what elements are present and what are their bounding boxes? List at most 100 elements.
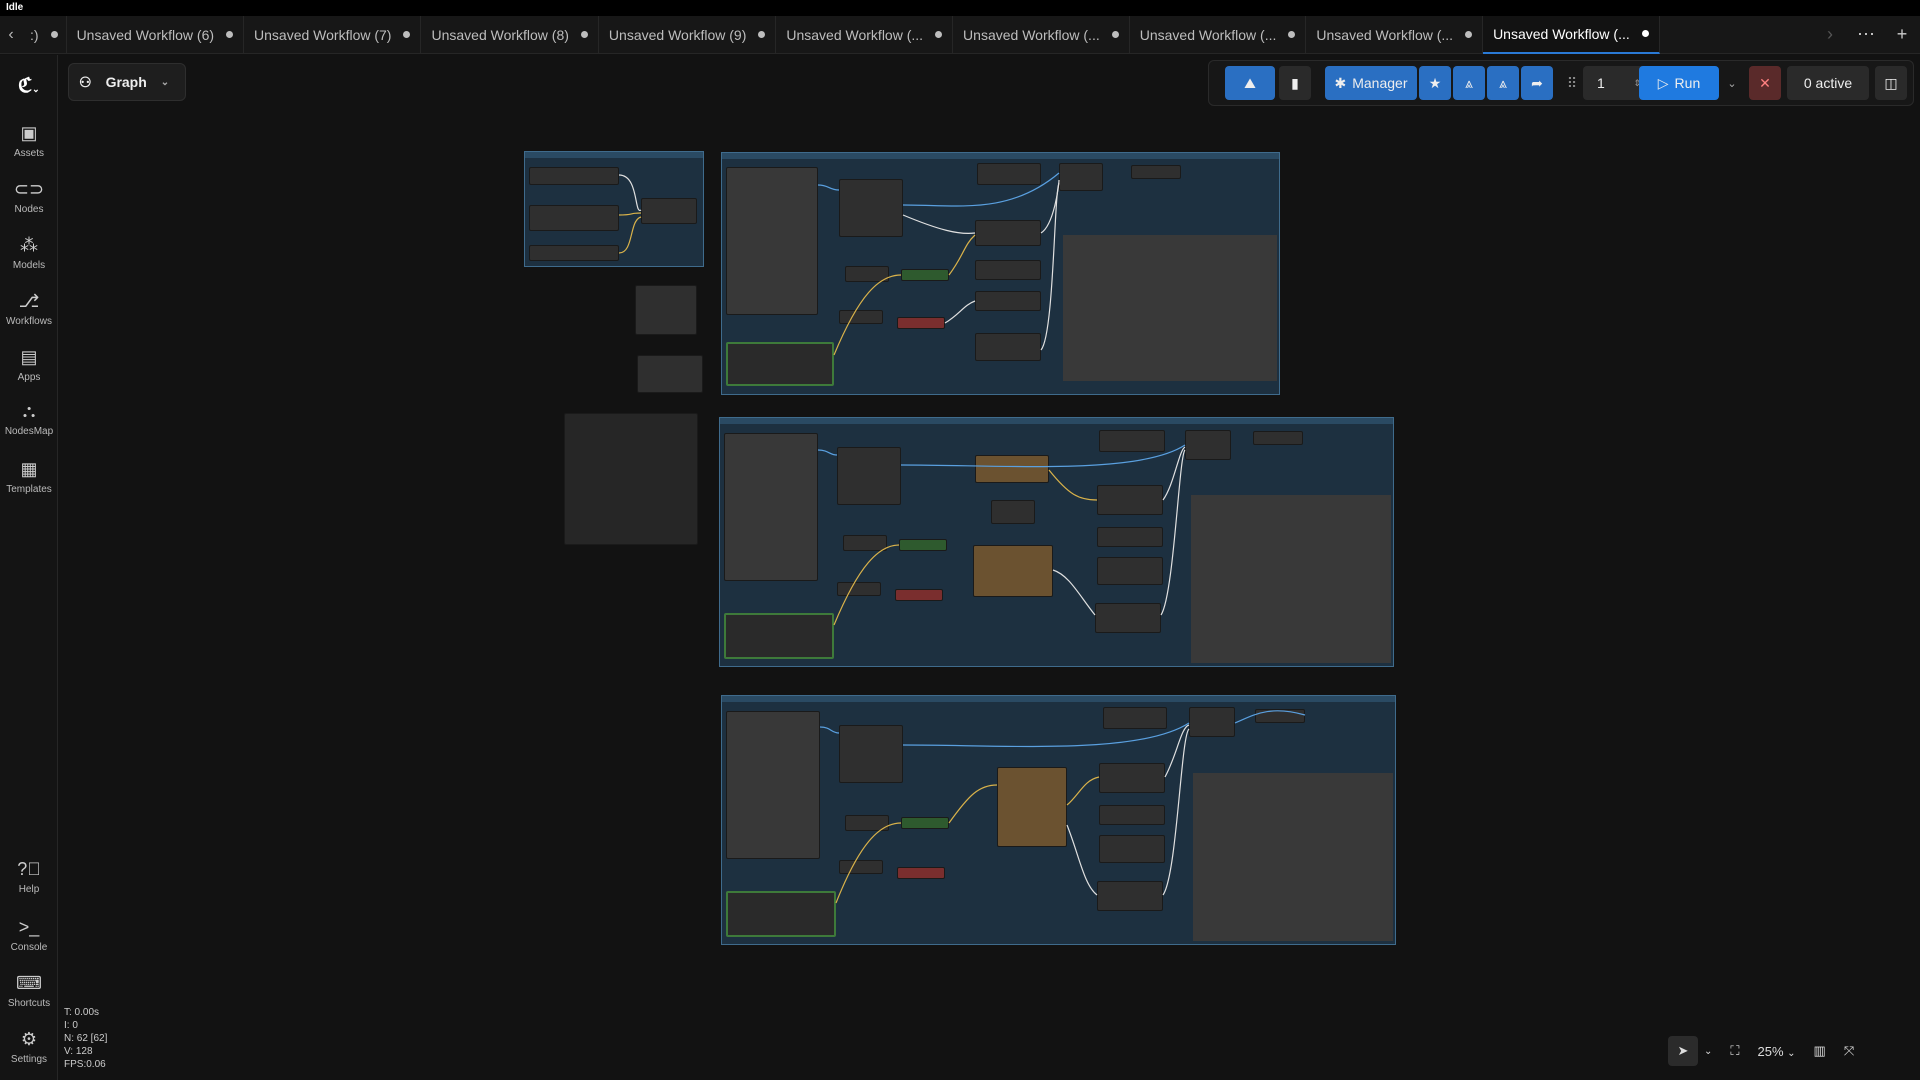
graph-node[interactable] <box>1131 165 1181 179</box>
queue-active-button[interactable]: 0 active <box>1787 66 1869 100</box>
select-tool-icon[interactable]: ➤ <box>1668 1036 1698 1066</box>
graph-node[interactable] <box>975 220 1041 246</box>
share-icon[interactable]: ➦ <box>1521 66 1553 100</box>
minimap-icon[interactable]: ▥ <box>1814 1043 1826 1059</box>
graph-node[interactable] <box>845 815 889 831</box>
graph-node[interactable] <box>529 205 619 231</box>
app-logo-icon[interactable]: ℭ⌄ <box>18 73 40 98</box>
manager-button[interactable]: ✱ Manager <box>1325 66 1417 100</box>
graph-node[interactable] <box>837 582 881 596</box>
batch-count-stepper[interactable]: 1 ⇕ <box>1583 66 1647 100</box>
graph-node[interactable] <box>975 333 1041 361</box>
graph-node[interactable] <box>975 455 1049 483</box>
toggle-links-icon[interactable]: ⤧ <box>1844 1043 1854 1059</box>
sidebar-item-assets[interactable]: ▣ Assets <box>0 123 58 159</box>
graph-node[interactable] <box>973 545 1053 597</box>
graph-node[interactable] <box>975 291 1041 311</box>
graph-node[interactable] <box>724 613 834 659</box>
workflow-tab[interactable]: Unsaved Workflow (9) <box>599 15 777 54</box>
graph-node[interactable] <box>897 867 945 879</box>
workflow-tab[interactable]: Unsaved Workflow (6) <box>67 15 245 54</box>
graph-node[interactable] <box>726 342 834 386</box>
graph-node[interactable] <box>843 535 887 551</box>
sidebar-item-workflows[interactable]: ⎇ Workflows <box>0 291 58 327</box>
sidebar-item-nodesmap[interactable]: ⛬ NodesMap <box>0 401 58 437</box>
graph-node[interactable] <box>1095 603 1161 633</box>
run-button[interactable]: ▷ Run <box>1639 66 1719 100</box>
image-preview-panel[interactable] <box>1191 495 1391 663</box>
tab-partial[interactable]: :) <box>22 15 67 54</box>
image-preview-panel[interactable] <box>1063 235 1277 381</box>
graph-node[interactable] <box>529 245 619 261</box>
graph-node[interactable] <box>845 266 889 282</box>
sidebar-item-templates[interactable]: ▦ Templates <box>0 459 58 495</box>
graph-node[interactable] <box>637 355 703 393</box>
graph-node[interactable] <box>726 711 820 859</box>
cancel-run-icon[interactable]: ✕ <box>1749 66 1781 100</box>
tool-chevron-icon[interactable]: ⌄ <box>1704 1046 1712 1057</box>
workflow-tab[interactable]: Unsaved Workflow (7) <box>244 15 422 54</box>
graph-node[interactable] <box>839 725 903 783</box>
graph-node[interactable] <box>1097 557 1163 585</box>
graph-node[interactable] <box>1185 430 1231 460</box>
sparkle-icon[interactable]: ⩓ <box>1453 66 1485 100</box>
graph-node[interactable] <box>1189 707 1235 737</box>
graph-node[interactable] <box>895 589 943 601</box>
workflow-tab[interactable]: Unsaved Workflow (... <box>776 15 954 54</box>
graph-node[interactable] <box>1099 805 1165 825</box>
graph-node[interactable] <box>529 167 619 185</box>
image-preview-panel[interactable] <box>1193 773 1393 941</box>
run-options-chevron-icon[interactable]: ⌄ <box>1721 66 1743 100</box>
sidebar-item-console[interactable]: >_ Console <box>0 917 58 953</box>
graph-node[interactable] <box>837 447 901 505</box>
sidebar-item-models[interactable]: ⁂ Models <box>0 235 58 271</box>
graph-node[interactable] <box>977 163 1041 185</box>
graph-node[interactable] <box>724 433 818 581</box>
graph-canvas[interactable] <box>59 55 1920 1080</box>
graph-node[interactable] <box>991 500 1035 524</box>
drag-handle-icon[interactable]: ⠿ <box>1565 66 1579 100</box>
graph-node[interactable] <box>901 269 949 281</box>
lightning-icon[interactable]: ⩓ <box>1487 66 1519 100</box>
workflow-tab-active[interactable]: Unsaved Workflow (... <box>1483 15 1660 54</box>
bookmark-icon[interactable]: ▮ <box>1279 66 1311 100</box>
sidebar-item-settings[interactable]: ⚙ Settings <box>0 1029 58 1065</box>
workflow-tab[interactable]: Unsaved Workflow (... <box>953 15 1130 54</box>
tab-scroll-left-icon[interactable]: ‹ <box>0 16 22 54</box>
graph-node[interactable] <box>997 767 1067 847</box>
graph-node[interactable] <box>839 860 883 874</box>
graph-node[interactable] <box>901 817 949 829</box>
graph-node[interactable] <box>726 167 818 315</box>
more-options-icon[interactable]: ⋯ <box>1848 24 1884 45</box>
sidebar-item-apps[interactable]: ▤ Apps <box>0 347 58 383</box>
graph-node[interactable] <box>975 260 1041 280</box>
graph-node[interactable] <box>1255 709 1305 723</box>
graph-node[interactable] <box>564 413 698 545</box>
sidebar-item-shortcuts[interactable]: ⌨ Shortcuts <box>0 973 58 1009</box>
graph-node[interactable] <box>641 198 697 224</box>
star-icon[interactable]: ★ <box>1419 66 1451 100</box>
graph-node[interactable] <box>897 317 945 329</box>
graph-node[interactable] <box>1097 881 1163 911</box>
graph-node[interactable] <box>1253 431 1303 445</box>
graph-node[interactable] <box>1099 430 1165 452</box>
zoom-level[interactable]: 25% ⌄ <box>1758 1044 1796 1059</box>
workflow-tab[interactable]: Unsaved Workflow (... <box>1306 15 1484 54</box>
tab-scroll-right-icon[interactable]: › <box>1812 24 1848 45</box>
graph-node[interactable] <box>1099 763 1165 793</box>
graph-node[interactable] <box>1097 527 1163 547</box>
graph-menu-button[interactable]: ⚇ Graph ⌄ <box>68 63 186 101</box>
graph-node[interactable] <box>1103 707 1167 729</box>
graph-node[interactable] <box>899 539 947 551</box>
toggle-panel-icon[interactable]: ◫ <box>1875 66 1907 100</box>
workflow-tab[interactable]: Unsaved Workflow (... <box>1130 15 1307 54</box>
new-tab-icon[interactable]: + <box>1884 24 1920 45</box>
sidebar-item-help[interactable]: ?⃝ Help <box>0 859 58 895</box>
graph-node[interactable] <box>635 285 697 335</box>
fit-view-icon[interactable]: ⛶ <box>1730 1043 1739 1059</box>
comfy-registry-icon[interactable]: ⛰ <box>1225 66 1275 100</box>
graph-node[interactable] <box>1097 485 1163 515</box>
workflow-tab[interactable]: Unsaved Workflow (8) <box>421 15 599 54</box>
graph-node[interactable] <box>1099 835 1165 863</box>
graph-node[interactable] <box>839 310 883 324</box>
